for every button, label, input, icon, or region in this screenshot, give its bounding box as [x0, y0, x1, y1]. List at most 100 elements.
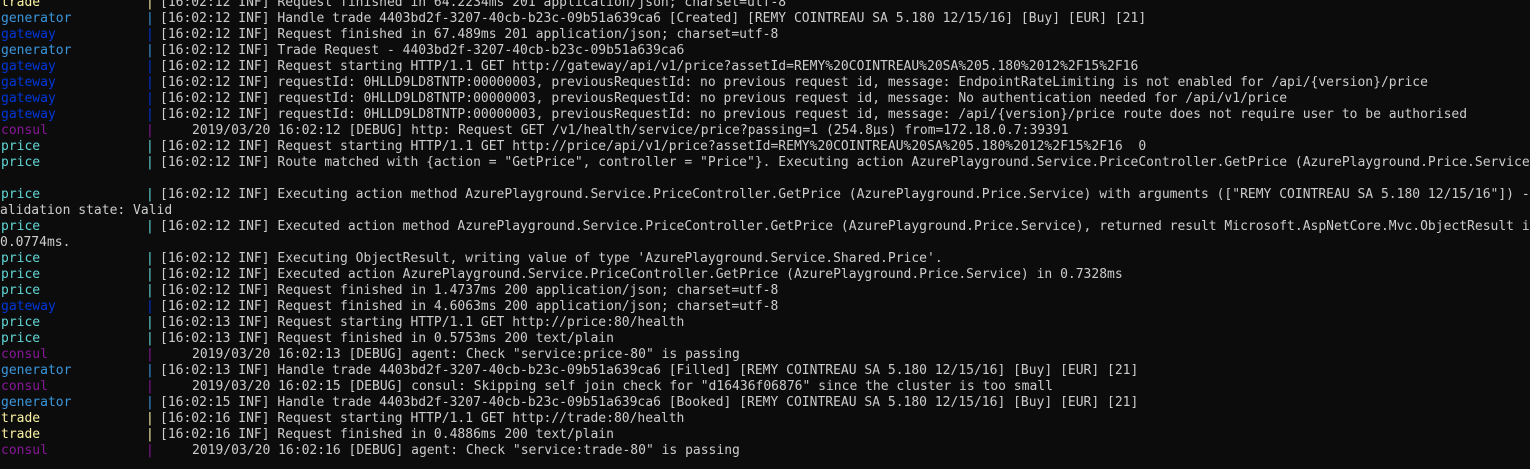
log-line: price | [16:02:12 INF] Route matched with … — [0, 155, 1530, 171]
log-message: [16:02:12 INF] Executed action method Az… — [160, 219, 1530, 234]
service-name: price — [1, 187, 41, 202]
log-line: price | [16:02:12 INF] Executing ObjectRes… — [0, 251, 1530, 267]
log-message: [16:02:12 INF] Request starting HTTP/1.1… — [160, 59, 1139, 74]
log-message: [16:02:12 INF] Executing ObjectResult, w… — [160, 251, 943, 266]
service-name: gateway — [1, 299, 56, 314]
log-line: trade | [16:02:16 INF] Request finished in… — [0, 427, 1530, 443]
log-line: price | [16:02:13 INF] Request starting HT… — [0, 315, 1530, 331]
service-name: gateway — [1, 27, 56, 42]
log-message: [16:02:12 INF] Route matched with {actio… — [160, 155, 1530, 170]
log-message: [16:02:12 INF] Request finished in 67.48… — [160, 27, 779, 42]
log-line: consul | 2019/03/20 16:02:13 [DEBUG] agent… — [0, 347, 1530, 363]
service-name: gateway — [1, 107, 56, 122]
service-name: trade — [1, 0, 41, 10]
log-line: price | [16:02:12 INF] Executing action me… — [0, 187, 1530, 203]
log-line: trade | [16:02:16 INF] Request starting HT… — [0, 411, 1530, 427]
log-line: generator | [16:02:12 INF] Trade Request -… — [0, 43, 1530, 59]
terminal-output[interactable]: trade | [16:02:12 INF] Request finished in… — [0, 0, 1530, 459]
log-message: [16:02:12 INF] Request finished in 4.606… — [160, 299, 779, 314]
log-line: generator | [16:02:15 INF] Handle trade 44… — [0, 395, 1530, 411]
log-continuation: alidation state: Valid — [0, 203, 173, 218]
log-line: gateway | [16:02:12 INF] requestId: 0HLLD9… — [0, 107, 1530, 123]
separator: | — [146, 411, 154, 426]
log-message: 2019/03/20 16:02:13 [DEBUG] agent: Check… — [192, 347, 740, 362]
log-message: [16:02:12 INF] Request finished in 64.22… — [160, 0, 787, 10]
separator: | — [146, 283, 154, 298]
service-name: trade — [1, 427, 41, 442]
service-name: price — [1, 251, 41, 266]
separator: | — [146, 427, 154, 442]
service-name: generator — [1, 43, 72, 58]
log-line: 0.0774ms. — [0, 235, 1530, 251]
log-line: gateway | [16:02:12 INF] requestId: 0HLLD9… — [0, 75, 1530, 91]
service-name: price — [1, 267, 41, 282]
log-line: consul | 2019/03/20 16:02:15 [DEBUG] consu… — [0, 379, 1530, 395]
service-name: generator — [1, 395, 72, 410]
service-name: price — [1, 139, 41, 154]
log-message: [16:02:12 INF] Executed action AzurePlay… — [160, 267, 1123, 282]
log-message: [16:02:13 INF] Handle trade 4403bd2f-320… — [160, 363, 1139, 378]
log-line: price | [16:02:13 INF] Request finished in… — [0, 331, 1530, 347]
separator: | — [146, 379, 154, 394]
log-message: [16:02:12 INF] requestId: 0HLLD9LD8TNTP:… — [160, 107, 1468, 122]
log-line: gateway | [16:02:12 INF] Request starting … — [0, 59, 1530, 75]
log-message: [16:02:16 INF] Request finished in 0.488… — [160, 427, 614, 442]
log-line: price | [16:02:12 INF] Request finished in… — [0, 283, 1530, 299]
log-line: consul | 2019/03/20 16:02:12 [DEBUG] http:… — [0, 123, 1530, 139]
log-message: 2019/03/20 16:02:12 [DEBUG] http: Reques… — [192, 123, 1069, 138]
separator: | — [146, 11, 154, 26]
service-name: price — [1, 155, 41, 170]
separator: | — [146, 395, 154, 410]
service-name: gateway — [1, 75, 56, 90]
separator: | — [146, 75, 154, 90]
log-message: [16:02:12 INF] requestId: 0HLLD9LD8TNTP:… — [160, 91, 1288, 106]
service-name: consul — [1, 443, 48, 458]
log-line: generator | [16:02:12 INF] Handle trade 44… — [0, 11, 1530, 27]
separator: | — [146, 347, 154, 362]
log-message: [16:02:12 INF] Executing action method A… — [160, 187, 1530, 202]
separator: | — [146, 315, 154, 330]
separator: | — [146, 107, 154, 122]
log-message: [16:02:13 INF] Request starting HTTP/1.1… — [160, 315, 685, 330]
service-name: generator — [1, 363, 72, 378]
separator: | — [146, 139, 154, 154]
service-name: consul — [1, 123, 48, 138]
separator: | — [146, 0, 154, 10]
separator: | — [146, 443, 154, 458]
separator: | — [146, 27, 154, 42]
log-message: 2019/03/20 16:02:16 [DEBUG] agent: Check… — [192, 443, 740, 458]
log-message: [16:02:12 INF] Trade Request - 4403bd2f-… — [160, 43, 685, 58]
log-message: [16:02:12 INF] Request finished in 1.473… — [160, 283, 779, 298]
separator: | — [146, 363, 154, 378]
log-line: price | [16:02:12 INF] Executed action Azu… — [0, 267, 1530, 283]
log-line: generator | [16:02:13 INF] Handle trade 44… — [0, 363, 1530, 379]
log-line: alidation state: Valid — [0, 203, 1530, 219]
separator: | — [146, 59, 154, 74]
log-message: [16:02:12 INF] Handle trade 4403bd2f-320… — [160, 11, 1147, 26]
separator: | — [146, 331, 154, 346]
service-name: price — [1, 219, 41, 234]
separator: | — [146, 155, 154, 170]
service-name: gateway — [1, 91, 56, 106]
separator: | — [146, 91, 154, 106]
separator: | — [146, 187, 154, 202]
log-continuation: 0.0774ms. — [0, 235, 71, 250]
log-line: consul | 2019/03/20 16:02:16 [DEBUG] agent… — [0, 443, 1530, 459]
log-message: 2019/03/20 16:02:15 [DEBUG] consul: Skip… — [192, 379, 1053, 394]
log-line: trade | [16:02:12 INF] Request finished in… — [0, 0, 1530, 11]
service-name: price — [1, 315, 41, 330]
log-line: price | [16:02:12 INF] Request starting HT… — [0, 139, 1530, 155]
log-message: [16:02:16 INF] Request starting HTTP/1.1… — [160, 411, 685, 426]
log-message: [16:02:15 INF] Handle trade 4403bd2f-320… — [160, 395, 1139, 410]
service-name: generator — [1, 11, 72, 26]
log-message: [16:02:12 INF] requestId: 0HLLD9LD8TNTP:… — [160, 75, 1428, 90]
service-name: price — [1, 283, 41, 298]
service-name: consul — [1, 379, 48, 394]
service-name: gateway — [1, 59, 56, 74]
log-line: gateway | [16:02:12 INF] Request finished … — [0, 27, 1530, 43]
separator: | — [146, 299, 154, 314]
separator: | — [146, 43, 154, 58]
log-line: gateway | [16:02:12 INF] requestId: 0HLLD9… — [0, 91, 1530, 107]
log-line: gateway | [16:02:12 INF] Request finished … — [0, 299, 1530, 315]
